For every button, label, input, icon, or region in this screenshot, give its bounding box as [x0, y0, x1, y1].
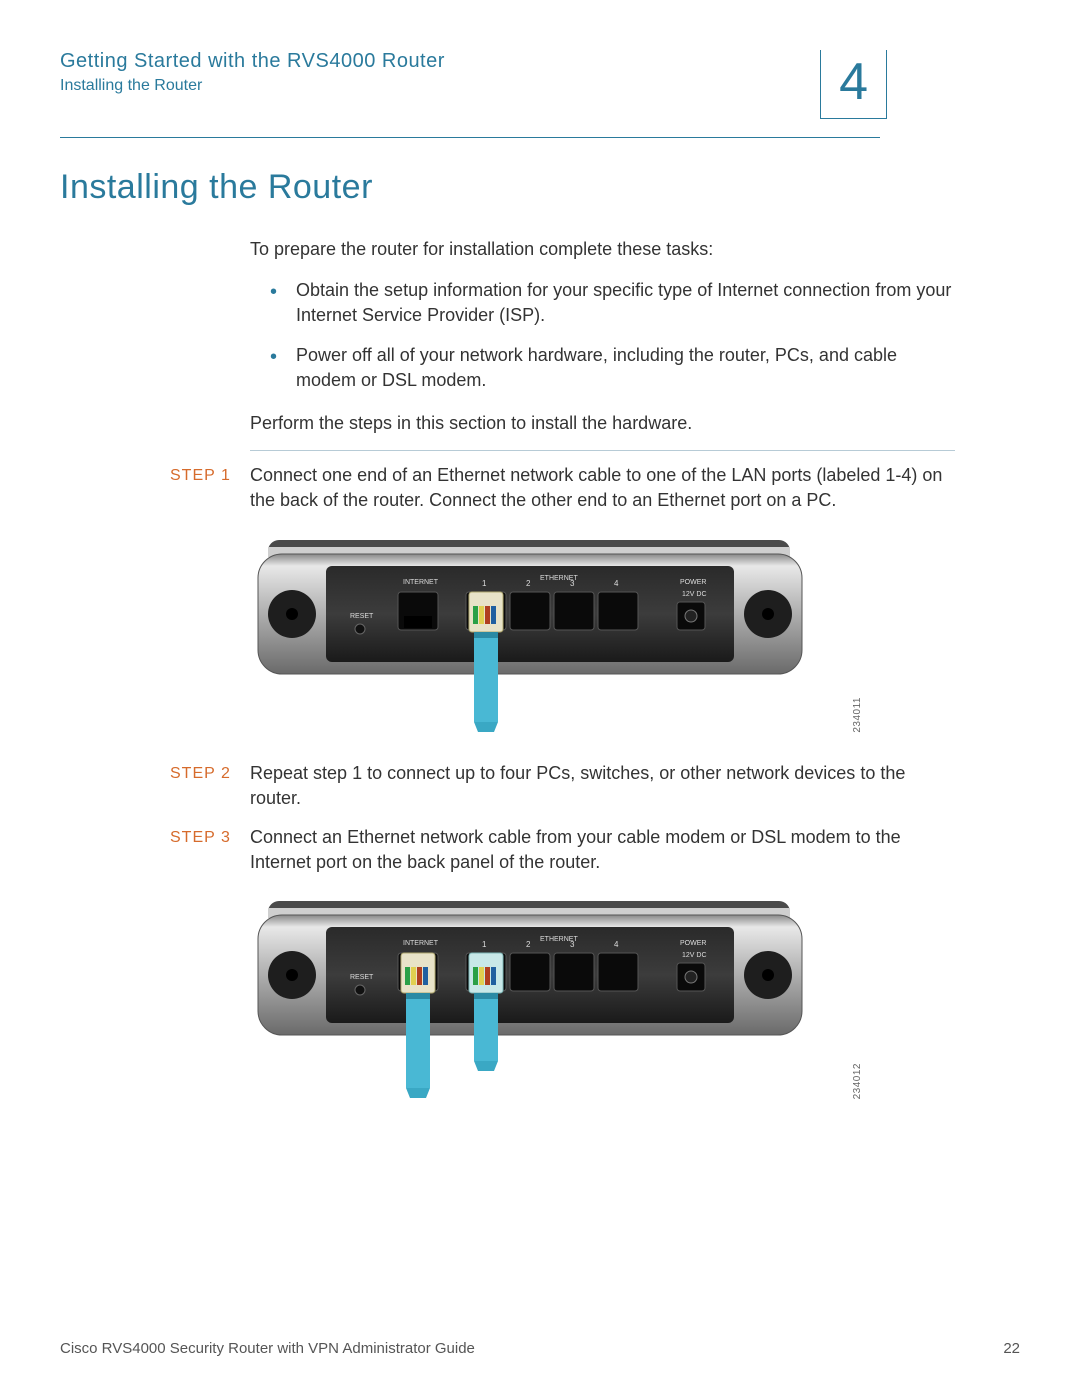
step-text: Repeat step 1 to connect up to four PCs,…: [250, 761, 955, 811]
svg-text:2: 2: [526, 579, 531, 588]
router-figure-1: RESET INTERNET ETHERNET POWER 12V DC 1 2…: [250, 532, 850, 737]
step-label: STEP 2: [170, 761, 250, 811]
step-text: Connect an Ethernet network cable from y…: [250, 825, 955, 875]
step-divider: [250, 450, 955, 451]
svg-text:3: 3: [570, 579, 575, 588]
breadcrumb: Installing the Router: [60, 77, 820, 95]
step-text: Connect one end of an Ethernet network c…: [250, 463, 955, 513]
ethernet-cable-lan1: [469, 592, 503, 732]
chapter-number-box: 4: [820, 50, 887, 119]
svg-text:1: 1: [482, 579, 487, 588]
router-illustration: RESET INTERNET ETHERNET POWER 12V DC 1 2…: [250, 893, 810, 1103]
task-item: Power off all of your network hardware, …: [290, 343, 955, 393]
internet-label: INTERNET: [403, 579, 439, 586]
page-footer: Cisco RVS4000 Security Router with VPN A…: [60, 1340, 1020, 1357]
voltage-label: 12V DC: [682, 952, 707, 959]
internet-label: INTERNET: [403, 940, 439, 947]
svg-text:2: 2: [526, 940, 531, 949]
intro-text: To prepare the router for installation c…: [250, 237, 955, 262]
step-row: STEP 1 Connect one end of an Ethernet ne…: [170, 463, 955, 513]
page-header: Getting Started with the RVS4000 Router …: [60, 50, 1020, 119]
svg-text:4: 4: [614, 579, 619, 588]
figure-id: 234011: [852, 697, 863, 733]
svg-text:1: 1: [482, 940, 487, 949]
task-item: Obtain the setup information for your sp…: [290, 278, 955, 328]
svg-text:4: 4: [614, 940, 619, 949]
ethernet-cable-lan1: [469, 953, 503, 1071]
router-illustration: RESET INTERNET ETHERNET POWER 12V DC 1 2…: [250, 532, 810, 737]
ethernet-cable-internet: [401, 953, 435, 1098]
reset-label: RESET: [350, 613, 374, 620]
router-figure-2: RESET INTERNET ETHERNET POWER 12V DC 1 2…: [250, 893, 850, 1103]
step-label: STEP 3: [170, 825, 250, 875]
voltage-label: 12V DC: [682, 591, 707, 598]
section-title: Installing the Router: [60, 168, 1020, 207]
chapter-title: Getting Started with the RVS4000 Router: [60, 50, 820, 73]
svg-text:3: 3: [570, 940, 575, 949]
reset-label: RESET: [350, 974, 374, 981]
step-row: STEP 3 Connect an Ethernet network cable…: [170, 825, 955, 875]
step-row: STEP 2 Repeat step 1 to connect up to fo…: [170, 761, 955, 811]
perform-text: Perform the steps in this section to ins…: [250, 411, 955, 436]
task-list: Obtain the setup information for your sp…: [250, 278, 955, 393]
footer-guide-title: Cisco RVS4000 Security Router with VPN A…: [60, 1340, 475, 1357]
step-label: STEP 1: [170, 463, 250, 513]
header-divider: [60, 137, 880, 138]
figure-id: 234012: [852, 1063, 863, 1099]
power-label: POWER: [680, 940, 706, 947]
power-label: POWER: [680, 579, 706, 586]
footer-page-number: 22: [1003, 1340, 1020, 1357]
